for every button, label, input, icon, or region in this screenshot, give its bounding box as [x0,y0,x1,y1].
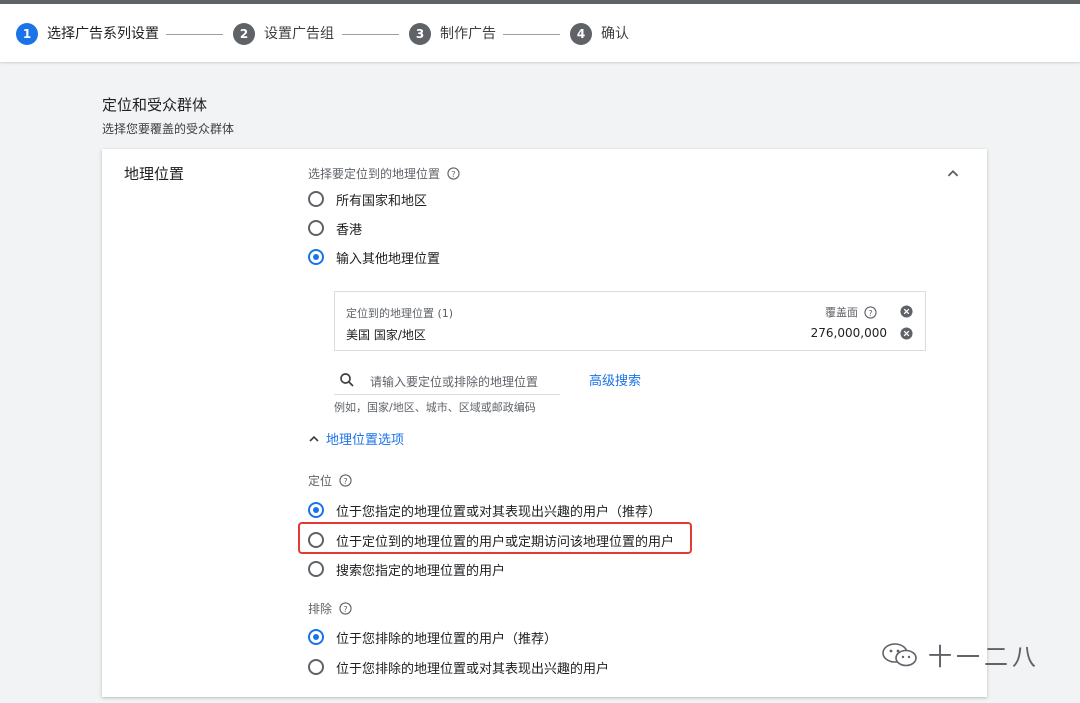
targeting-option-label: 位于您指定的地理位置或对其表现出兴趣的用户（推荐） [336,504,662,520]
help-icon[interactable]: ? [339,474,352,487]
search-placeholder: 请输入要定位或排除的地理位置 [370,375,539,389]
step-3-label[interactable]: 制作广告 [440,25,496,43]
step-2-number[interactable]: 2 [233,23,255,45]
highlight-annotation [298,522,692,554]
step-connector [342,34,399,35]
watermark: 十一二八 [880,637,1040,672]
targeting-option-presence-interest[interactable]: 位于您指定的地理位置或对其表现出兴趣的用户（推荐） [308,499,661,521]
step-1-label[interactable]: 选择广告系列设置 [47,25,159,43]
step-connector [503,34,560,35]
exclusion-option-label: 位于您排除的地理位置或对其表现出兴趣的用户 [336,661,610,677]
targeted-locations-box: 定位到的地理位置 (1) 覆盖面 ? 美国 国家/地区 276,000,000 [334,291,926,351]
step-3-number[interactable]: 3 [409,23,431,45]
geo-option-hongkong[interactable]: 香港 [308,217,362,239]
targeting-label: 定位 ? [308,472,352,489]
radio-button[interactable] [308,659,324,675]
radio-button-selected[interactable] [308,249,324,265]
exclusion-label: 排除 ? [308,600,352,617]
geo-option-label: 输入其他地理位置 [336,251,441,267]
step-1-number[interactable]: 1 [16,23,38,45]
search-icon [340,373,354,387]
geo-option-label: 香港 [336,222,363,238]
svg-text:?: ? [451,169,455,179]
location-options-toggle[interactable]: 地理位置选项 [308,429,404,448]
targeting-label-text: 定位 [308,474,333,488]
search-hint: 例如，国家/地区、城市、区域或邮政编码 [334,401,536,414]
help-icon[interactable]: ? [447,167,460,180]
step-2-label[interactable]: 设置广告组 [264,25,334,43]
geo-option-all[interactable]: 所有国家和地区 [308,188,427,210]
step-connector [166,34,223,35]
geo-card: 地理位置 选择要定位到的地理位置 ? 所有国家和地区 香港 输入其他地理位置 定… [102,149,987,697]
chevron-up-icon [309,435,319,442]
radio-button[interactable] [308,561,324,577]
geo-option-label: 所有国家和地区 [336,193,428,209]
geo-card-title: 地理位置 [124,165,185,183]
help-icon[interactable]: ? [339,602,352,615]
step-4-label[interactable]: 确认 [601,25,629,43]
wechat-icon [882,642,917,666]
campaign-stepper: 1 选择广告系列设置 2 设置广告组 3 制作广告 4 确认 [0,4,1080,62]
watermark-text: 十一二八 [928,643,1040,671]
exclusion-label-text: 排除 [308,602,333,616]
reach-header: 覆盖面 ? [825,304,877,320]
exclusion-option-label: 位于您排除的地理位置的用户（推荐） [336,631,558,647]
targeting-option-search-interest[interactable]: 搜索您指定的地理位置的用户 [308,558,505,580]
radio-button[interactable] [308,191,324,207]
geo-option-custom[interactable]: 输入其他地理位置 [308,246,440,268]
location-options-label: 地理位置选项 [326,433,405,448]
geo-prompt: 选择要定位到的地理位置 ? [308,165,460,182]
radio-button-selected[interactable] [308,502,324,518]
location-name: 美国 国家/地区 [346,328,426,342]
exclusion-option-presence[interactable]: 位于您排除的地理位置的用户（推荐） [308,626,557,648]
advanced-search-link[interactable]: 高级搜索 [589,370,641,389]
svg-text:?: ? [343,476,347,486]
reach-label: 覆盖面 [825,306,858,319]
targeting-option-label: 搜索您指定的地理位置的用户 [336,563,506,579]
step-4-number[interactable]: 4 [570,23,592,45]
section-subtitle: 选择您要覆盖的受众群体 [102,122,235,136]
location-search-input[interactable]: 请输入要定位或排除的地理位置 [334,368,560,395]
targeted-locations-header: 定位到的地理位置 (1) [346,307,454,320]
svg-text:?: ? [343,604,347,614]
help-icon[interactable]: ? [864,305,877,319]
svg-text:?: ? [868,307,872,317]
exclusion-option-presence-interest[interactable]: 位于您排除的地理位置或对其表现出兴趣的用户 [308,656,609,678]
remove-location-icon[interactable] [900,327,913,340]
radio-button[interactable] [308,220,324,236]
section-title: 定位和受众群体 [102,96,208,114]
remove-all-icon[interactable] [900,305,913,318]
geo-prompt-text: 选择要定位到的地理位置 [308,167,441,181]
radio-button-selected[interactable] [308,629,324,645]
chevron-up-icon[interactable] [942,163,964,185]
location-reach: 276,000,000 [810,326,887,340]
